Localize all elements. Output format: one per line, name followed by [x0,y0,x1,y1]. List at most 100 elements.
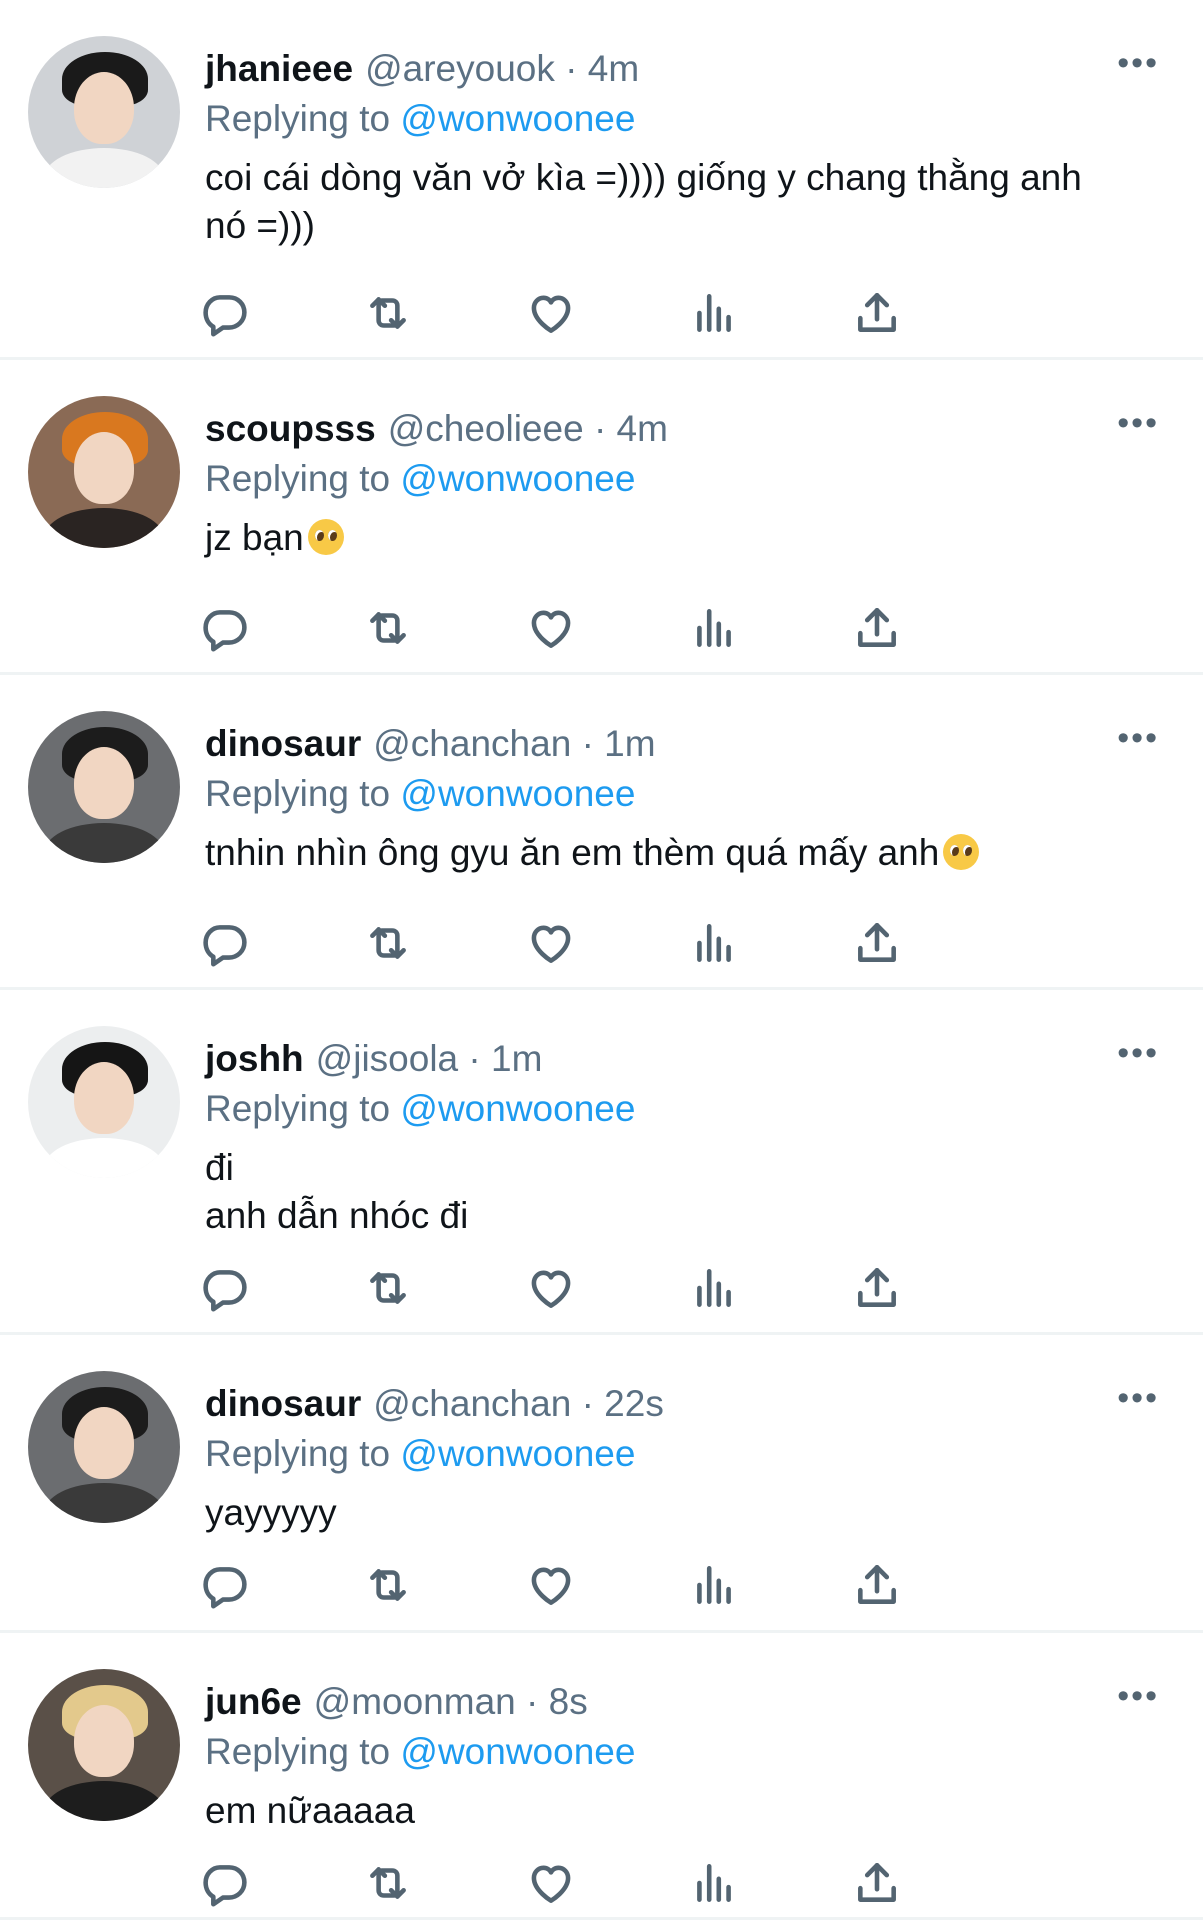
more-icon[interactable]: ••• [1117,1679,1159,1713]
replying-to-label: Replying to [205,1433,391,1474]
avatar-face [74,432,134,504]
avatar[interactable] [28,1026,180,1178]
reply-tweet[interactable]: dinosaur @chanchan · 22s Replying to @won… [0,1335,1203,1633]
tweet-timestamp[interactable]: · 8s [526,1681,588,1722]
like-button[interactable] [523,915,579,971]
tweet-timestamp[interactable]: · 4m [594,408,668,449]
share-button[interactable] [849,600,905,656]
heart-icon [531,1270,571,1308]
reply-button[interactable] [197,1855,253,1911]
more-icon[interactable]: ••• [1117,1036,1159,1070]
retweet-button[interactable] [360,285,416,341]
mention-link[interactable]: @wonwoonee [400,98,635,139]
like-button[interactable] [523,600,579,656]
analytics-bars-icon [697,1864,731,1902]
reply-tweet[interactable]: scoupsss @cheolieee · 4m Replying to @won… [0,360,1203,675]
retweet-button[interactable] [360,915,416,971]
avatar[interactable] [28,711,180,863]
share-upload-icon [858,608,896,647]
reply-thread: jhanieee @areyouok · 4m Replying to @wonw… [0,0,1203,1920]
replying-to: Replying to @wonwoonee [205,1727,1163,1777]
user-handle[interactable]: @cheolieee [388,408,584,449]
retweet-button[interactable] [360,600,416,656]
display-name[interactable]: jun6e [205,1681,302,1722]
display-name[interactable]: dinosaur [205,723,361,764]
retweet-button[interactable] [360,1557,416,1613]
tweet-text-content: tnhin nhìn ông gyu ăn em thèm quá mấy an… [205,832,940,873]
replying-to-label: Replying to [205,1088,391,1129]
user-handle[interactable]: @chanchan [373,723,571,764]
avatar-shoulders [44,823,164,863]
mention-link[interactable]: @wonwoonee [400,1433,635,1474]
avatar[interactable] [28,1371,180,1523]
views-button[interactable] [686,1557,742,1613]
more-icon[interactable]: ••• [1117,1381,1159,1415]
replying-to: Replying to @wonwoonee [205,769,1163,819]
retweet-button[interactable] [360,1855,416,1911]
share-button[interactable] [849,1557,905,1613]
user-handle[interactable]: @jisoola [316,1038,458,1079]
display-name[interactable]: jhanieee [205,48,353,89]
tweet-timestamp[interactable]: · 1m [582,723,656,764]
user-handle[interactable]: @chanchan [373,1383,571,1424]
views-button[interactable] [686,600,742,656]
share-button[interactable] [849,915,905,971]
retweet-icon [370,927,406,959]
reply-button[interactable] [197,915,253,971]
mention-link[interactable]: @wonwoonee [400,1731,635,1772]
mention-link[interactable]: @wonwoonee [400,458,635,499]
tweet-actions [203,285,1085,341]
views-button[interactable] [686,285,742,341]
like-button[interactable] [523,1557,579,1613]
like-button[interactable] [523,1855,579,1911]
replying-to-label: Replying to [205,458,391,499]
more-icon[interactable]: ••• [1117,721,1159,755]
tweet-text: coi cái dòng văn vở kìa =)))) giống y ch… [205,154,1163,250]
share-button[interactable] [849,1855,905,1911]
tweet-actions [203,1260,1085,1316]
share-button[interactable] [849,285,905,341]
avatar[interactable] [28,396,180,548]
display-name[interactable]: joshh [205,1038,304,1079]
reply-button[interactable] [197,1557,253,1613]
reply-tweet[interactable]: joshh @jisoola · 1m Replying to @wonwoone… [0,990,1203,1335]
views-button[interactable] [686,1855,742,1911]
replying-to-label: Replying to [205,1731,391,1772]
like-button[interactable] [523,285,579,341]
mention-link[interactable]: @wonwoonee [400,773,635,814]
avatar-shoulders [44,148,164,188]
replying-to: Replying to @wonwoonee [205,1084,1163,1134]
display-name[interactable]: dinosaur [205,1383,361,1424]
more-icon[interactable]: ••• [1117,46,1159,80]
share-button[interactable] [849,1260,905,1316]
tweet-timestamp[interactable]: · 4m [565,48,639,89]
tweet-header: dinosaur @chanchan · 22s [205,1379,1163,1429]
reply-tweet[interactable]: dinosaur @chanchan · 1m Replying to @wonw… [0,675,1203,990]
tweet-timestamp[interactable]: · 22s [582,1383,664,1424]
user-handle[interactable]: @areyouok [365,48,555,89]
mention-link[interactable]: @wonwoonee [400,1088,635,1129]
reply-button[interactable] [197,285,253,341]
views-button[interactable] [686,1260,742,1316]
retweet-button[interactable] [360,1260,416,1316]
tweet-text-content: em nữaaaaa [205,1790,415,1831]
reply-button[interactable] [197,1260,253,1316]
share-upload-icon [858,1863,896,1902]
avatar[interactable] [28,36,180,188]
display-name[interactable]: scoupsss [205,408,376,449]
views-button[interactable] [686,915,742,971]
replying-to: Replying to @wonwoonee [205,1429,1163,1479]
like-button[interactable] [523,1260,579,1316]
avatar[interactable] [28,1669,180,1821]
reply-button[interactable] [197,600,253,656]
reply-tweet[interactable]: jhanieee @areyouok · 4m Replying to @wonw… [0,0,1203,360]
more-icon[interactable]: ••• [1117,406,1159,440]
avatar-face [74,1062,134,1134]
user-handle[interactable]: @moonman [314,1681,516,1722]
analytics-bars-icon [697,1566,731,1604]
tweet-timestamp[interactable]: · 1m [468,1038,542,1079]
reply-bubble-icon [203,1270,247,1312]
tweet-header: jhanieee @areyouok · 4m [205,44,1163,94]
tweet-content: jhanieee @areyouok · 4m Replying to @wonw… [205,44,1163,250]
reply-tweet[interactable]: jun6e @moonman · 8s Replying to @wonwoone… [0,1633,1203,1920]
